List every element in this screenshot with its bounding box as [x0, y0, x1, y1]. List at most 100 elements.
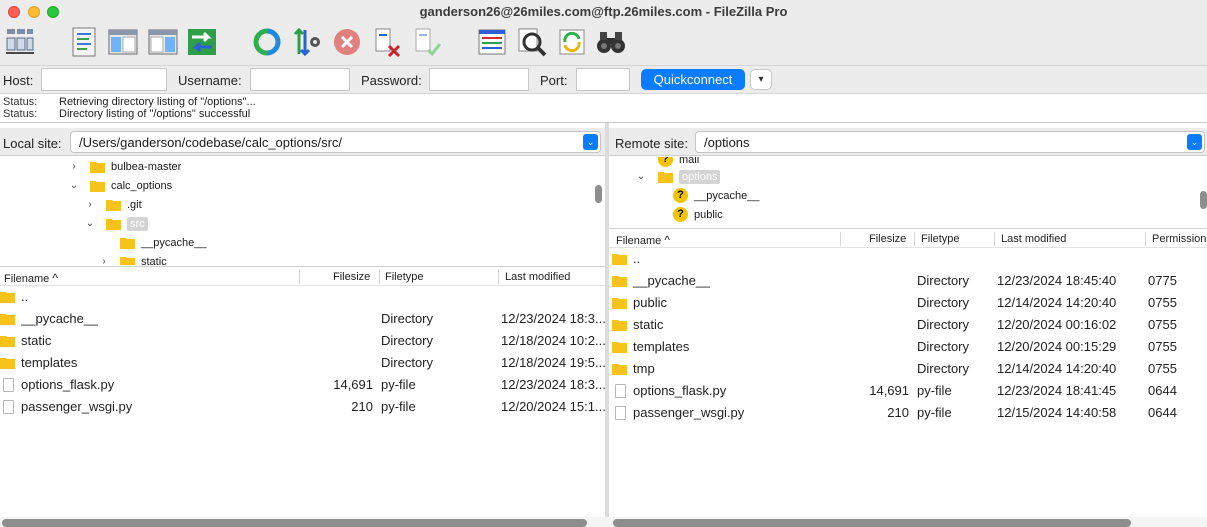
folder-icon — [90, 161, 105, 173]
column-divider[interactable] — [379, 270, 380, 284]
search-remote-files-icon[interactable] — [594, 25, 628, 59]
file-row[interactable]: templates Directory 12/20/2024 00:15:29 … — [609, 336, 1207, 358]
column-filename-label: Filename — [4, 273, 50, 285]
column-last-modified[interactable]: Last modified — [1001, 233, 1066, 245]
local-site-path-combo[interactable]: /Users/ganderson/codebase/calc_options/s… — [70, 131, 601, 153]
chevron-right-icon[interactable]: › — [68, 161, 80, 172]
file-row[interactable]: templates Directory 12/18/2024 19:5... — [0, 352, 605, 374]
log-status-key: Status: — [3, 96, 38, 108]
tree-item-label: calc_options — [111, 179, 173, 192]
file-row[interactable]: tmp Directory 12/14/2024 14:20:40 0755 — [609, 358, 1207, 380]
username-label: Username: — [178, 73, 242, 88]
tree-item[interactable]: › static — [98, 252, 167, 265]
folder-icon — [0, 291, 15, 303]
quickconnect-bar: Host: Username: Password: Port: Quickcon… — [0, 66, 1207, 94]
chevron-down-icon[interactable]: ⌄ — [583, 134, 598, 150]
tree-item-label: mail — [679, 157, 700, 166]
file-modified: 12/23/2024 18:3... — [501, 377, 605, 392]
tree-item[interactable]: ⌄ calc_options — [68, 176, 172, 195]
port-input[interactable] — [576, 68, 630, 91]
column-divider[interactable] — [498, 270, 499, 284]
file-permissions: 0755 — [1148, 361, 1177, 376]
chevron-down-icon[interactable]: ⌄ — [84, 218, 96, 229]
file-row[interactable]: __pycache__ Directory 12/23/2024 18:3... — [0, 308, 605, 330]
transfer-queue-icon[interactable] — [185, 25, 219, 59]
file-icon — [3, 378, 14, 392]
remote-site-path-combo[interactable]: /options ⌄ — [695, 131, 1205, 153]
password-input[interactable] — [429, 68, 529, 91]
chevron-down-icon[interactable]: ⌄ — [1187, 134, 1202, 150]
folder-icon — [612, 363, 627, 375]
remote-tree-scrollbar[interactable] — [1200, 191, 1207, 209]
column-filetype[interactable]: Filetype — [385, 271, 424, 283]
file-row[interactable]: static Directory 12/20/2024 00:16:02 075… — [609, 314, 1207, 336]
host-input[interactable] — [41, 68, 167, 91]
column-filename[interactable]: Filename ^ — [616, 233, 670, 247]
file-row[interactable]: .. — [609, 248, 1207, 270]
column-last-modified[interactable]: Last modified — [505, 271, 570, 283]
column-divider[interactable] — [1145, 232, 1146, 246]
chevron-down-icon[interactable]: ⌄ — [68, 180, 80, 191]
file-permissions: 0755 — [1148, 317, 1177, 332]
directory-listing-filters-icon[interactable] — [475, 25, 509, 59]
tree-item[interactable]: ? public — [661, 205, 723, 224]
tree-item-selected[interactable]: ⌄ options — [635, 167, 721, 186]
local-tree-icon[interactable] — [106, 25, 140, 59]
column-filename[interactable]: Filename ^ — [4, 271, 58, 285]
local-directory-tree: › bulbea-master ⌄ calc_options › .git ⌄ … — [0, 157, 605, 265]
column-divider[interactable] — [299, 270, 300, 284]
message-log-icon[interactable] — [67, 25, 101, 59]
file-row[interactable]: static Directory 12/18/2024 10:2... — [0, 330, 605, 352]
remote-list-horizontal-scrollbar[interactable] — [613, 519, 1131, 527]
column-permissions[interactable]: Permission — [1152, 233, 1206, 245]
process-queue-icon[interactable] — [290, 25, 324, 59]
tree-item-selected[interactable]: ⌄ src — [84, 214, 148, 233]
quickconnect-button[interactable]: Quickconnect — [641, 69, 745, 90]
chevron-right-icon[interactable]: › — [98, 256, 110, 265]
sort-ascending-icon: ^ — [52, 271, 58, 285]
disconnect-icon[interactable] — [370, 25, 404, 59]
folder-icon — [106, 218, 121, 230]
site-manager-icon[interactable] — [3, 25, 37, 59]
column-filetype[interactable]: Filetype — [921, 233, 960, 245]
file-row[interactable]: options_flask.py 14,691 py-file 12/23/20… — [0, 374, 605, 396]
remote-tree-icon[interactable] — [146, 25, 180, 59]
column-filesize[interactable]: Filesize — [333, 271, 370, 283]
folder-icon — [120, 237, 135, 249]
tree-item[interactable]: › .git — [84, 195, 142, 214]
local-tree-scrollbar[interactable] — [595, 185, 602, 203]
cancel-icon[interactable] — [330, 25, 364, 59]
column-filesize[interactable]: Filesize — [869, 233, 906, 245]
column-divider[interactable] — [994, 232, 995, 246]
file-name: templates — [21, 355, 78, 370]
folder-icon — [612, 297, 627, 309]
chevron-right-icon[interactable]: › — [84, 199, 96, 210]
folder-icon — [120, 256, 135, 265]
file-row[interactable]: options_flask.py 14,691 py-file 12/23/20… — [609, 380, 1207, 402]
tree-item[interactable]: __pycache__ — [100, 233, 206, 252]
column-divider[interactable] — [914, 232, 915, 246]
file-row[interactable]: .. — [0, 286, 605, 308]
file-modified: 12/18/2024 10:2... — [501, 333, 605, 348]
file-row[interactable]: public Directory 12/14/2024 14:20:40 075… — [609, 292, 1207, 314]
local-site-bar: Local site: /Users/ganderson/codebase/ca… — [0, 128, 605, 156]
file-icon — [615, 384, 626, 398]
local-list-horizontal-scrollbar[interactable] — [2, 519, 587, 527]
file-row[interactable]: __pycache__ Directory 12/23/2024 18:45:4… — [609, 270, 1207, 292]
folder-icon — [0, 313, 15, 325]
toggle-comparison-icon[interactable] — [515, 25, 549, 59]
file-modified: 12/20/2024 00:15:29 — [997, 339, 1117, 354]
file-name: .. — [633, 251, 641, 266]
tree-item[interactable]: › bulbea-master — [68, 157, 181, 176]
tree-item[interactable]: ? __pycache__ — [661, 186, 759, 205]
file-row[interactable]: passenger_wsgi.py 210 py-file 12/20/2024… — [0, 396, 605, 418]
synchronized-browsing-icon[interactable] — [555, 25, 589, 59]
column-divider[interactable] — [840, 232, 841, 246]
refresh-icon[interactable] — [250, 25, 284, 59]
username-input[interactable] — [250, 68, 350, 91]
file-row[interactable]: passenger_wsgi.py 210 py-file 12/15/2024… — [609, 402, 1207, 424]
file-modified: 12/20/2024 00:16:02 — [997, 317, 1117, 332]
reconnect-icon[interactable] — [410, 25, 444, 59]
chevron-down-icon[interactable]: ⌄ — [635, 171, 647, 182]
quickconnect-history-dropdown[interactable]: ▾ — [750, 69, 772, 90]
